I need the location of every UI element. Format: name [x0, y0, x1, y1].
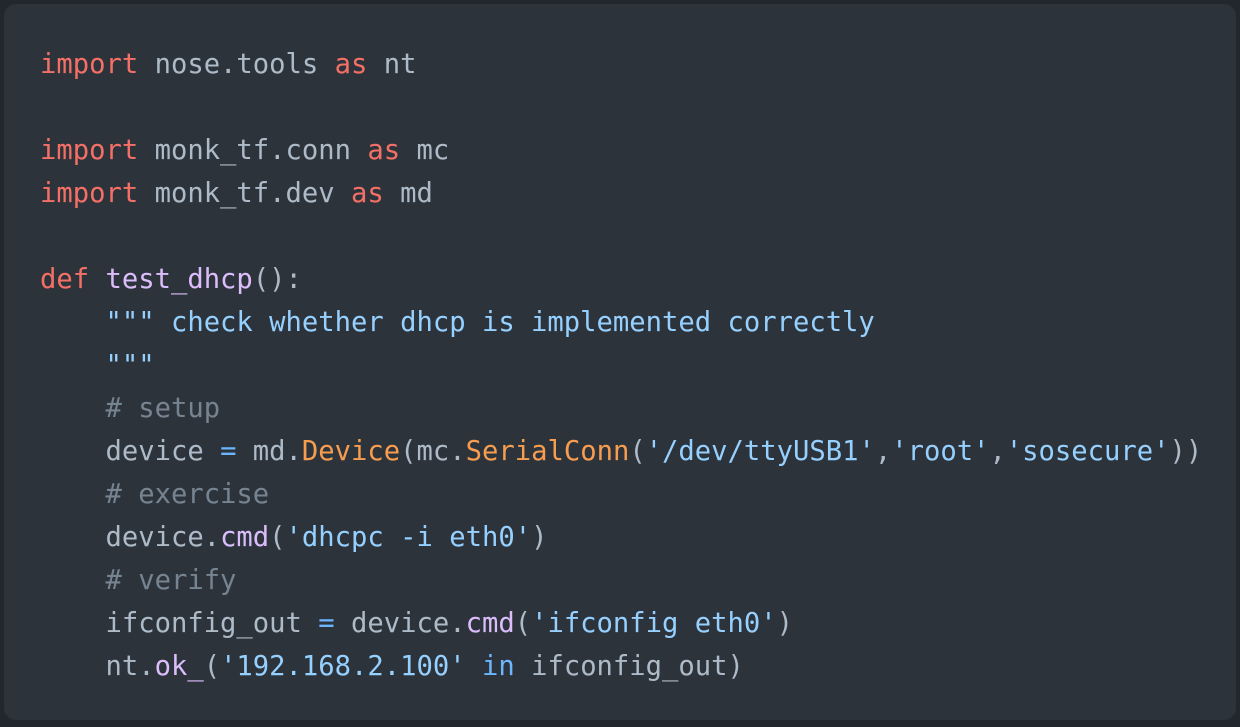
text-token: nt. [40, 651, 155, 682]
text-token: , [989, 436, 1006, 467]
text-token: )) [1169, 436, 1203, 467]
text-token: ( [514, 608, 532, 639]
code-line: # exercise [40, 473, 1202, 516]
keyword-token: as [334, 49, 368, 80]
operator-token: = [318, 608, 335, 639]
code-line: nt.ok_('192.168.2.100' in ifconfig_out) [40, 645, 1202, 688]
text-token: device. [334, 608, 466, 639]
text-token: device [40, 436, 221, 467]
text-token: (): [252, 264, 302, 295]
operator-token: = [220, 436, 237, 467]
text-token: , [874, 436, 892, 467]
text-token: ) [776, 608, 793, 639]
code-line: import monk_tf.conn as mc [40, 129, 1202, 172]
text-token: monk_tf.dev [138, 178, 352, 209]
class-name-token: Device [301, 436, 401, 467]
string-token: 'ifconfig eth0' [531, 608, 777, 639]
string-token: """ check whether dhcp is implemented co… [105, 307, 875, 338]
code-line: ifconfig_out = device.cmd('ifconfig eth0… [40, 602, 1202, 645]
text-token: md. [236, 436, 302, 467]
code-line: def test_dhcp(): [40, 258, 1202, 301]
code-line: """ check whether dhcp is implemented co… [40, 301, 1202, 344]
keyword-token: as [367, 135, 401, 166]
text-token: ifconfig_out [40, 608, 319, 639]
text-token: ( [203, 651, 221, 682]
code-line: import nose.tools as nt [40, 43, 1202, 86]
code-block: import nose.tools as nt import monk_tf.c… [4, 4, 1236, 720]
text-token: ) [531, 522, 548, 553]
keyword-token: import [40, 49, 139, 80]
code-line: device.cmd('dhcpc -i eth0') [40, 516, 1202, 559]
string-token: 'root' [891, 436, 990, 467]
text-token: ( [629, 436, 646, 467]
keyword-token: import [40, 178, 139, 209]
operator-token: in [481, 651, 515, 682]
string-token: """ [105, 350, 155, 381]
string-token: '192.168.2.100' [220, 651, 466, 682]
string-token: 'sosecure' [1005, 436, 1170, 467]
comment-token: # setup [105, 393, 221, 424]
keyword-token: as [351, 178, 384, 209]
keyword-token: def [40, 264, 90, 295]
text-token: nt [367, 49, 417, 80]
text-token: nose.tools [138, 49, 335, 80]
comment-token: # exercise [105, 479, 270, 510]
text-token: ifconfig_out) [514, 651, 744, 682]
text-token: device. [40, 522, 221, 553]
code-line: device = md.Device(mc.SerialConn('/dev/t… [40, 430, 1202, 473]
text-token: (mc. [400, 436, 466, 467]
text-token: md [383, 178, 433, 209]
comment-token: # verify [105, 565, 237, 596]
text-token: monk_tf.conn [138, 135, 368, 166]
string-token: '/dev/ttyUSB1' [645, 436, 875, 467]
code-line: # verify [40, 559, 1202, 602]
function-name-token: ok_ [154, 651, 204, 682]
code-line: # setup [40, 387, 1202, 430]
code-line: """ [40, 344, 1202, 387]
class-name-token: SerialConn [465, 436, 630, 467]
text-token: mc [400, 135, 450, 166]
string-token: 'dhcpc -i eth0' [285, 522, 532, 553]
function-name-token: test_dhcp [105, 264, 253, 295]
text-token: ( [269, 522, 286, 553]
function-name-token: cmd [465, 608, 515, 639]
function-name-token: cmd [220, 522, 270, 553]
code-content[interactable]: import nose.tools as nt import monk_tf.c… [40, 43, 1202, 688]
keyword-token: import [40, 135, 139, 166]
code-line: import monk_tf.dev as md [40, 172, 1202, 215]
